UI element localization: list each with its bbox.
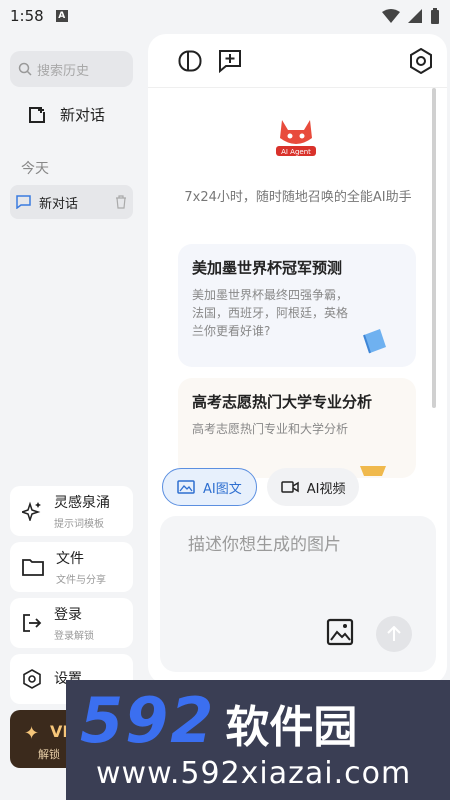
new-chat-button[interactable]: 新对话 <box>28 104 105 125</box>
folder-icon <box>22 559 44 576</box>
section-today: 今天 <box>21 161 49 177</box>
mode-ai-video[interactable]: AI视频 <box>266 468 360 506</box>
menu-title: 文件 <box>56 551 84 567</box>
mode-label: AI图文 <box>203 481 242 497</box>
suggestion-card[interactable]: 美加墨世界杯冠军预测 美加墨世界杯最终四强争霸，法国，西班牙，阿根廷，英格兰你更… <box>178 244 416 367</box>
image-upload-icon[interactable] <box>326 618 354 646</box>
prompt-placeholder: 描述你想生成的图片 <box>188 535 341 555</box>
watermark-url: www.592xiazai.com <box>96 756 412 791</box>
notification-a-icon: A <box>55 10 68 22</box>
settings-hex-icon[interactable] <box>409 47 433 74</box>
login-icon <box>23 614 42 632</box>
menu-subtitle: 文件与分享 <box>56 575 106 586</box>
files-menu-item[interactable]: 文件 文件与分享 <box>10 542 133 592</box>
trash-icon[interactable] <box>115 195 127 209</box>
menu-subtitle: 登录解锁 <box>54 631 94 642</box>
search-history-input[interactable]: 搜索历史 <box>10 51 133 87</box>
gear-icon <box>23 669 41 689</box>
scrollbar[interactable] <box>432 88 436 408</box>
watermark-chinese: 软件园 <box>225 702 358 753</box>
sparkle-star-icon: ✦ <box>24 723 40 744</box>
vip-subtitle: 解锁 <box>38 748 60 761</box>
mode-ai-image-text[interactable]: AI图文 <box>162 468 257 506</box>
send-button[interactable] <box>376 616 412 652</box>
sidebar-toggle-icon[interactable] <box>178 50 202 72</box>
watermark-banner: 592 软件园 www.592xiazai.com <box>66 680 450 800</box>
mode-switch: AI图文 AI视频 <box>162 468 360 506</box>
card-desc: 高考志愿热门专业和大学分析 <box>192 422 349 436</box>
card-title: 美加墨世界杯冠军预测 <box>192 259 343 277</box>
search-placeholder: 搜索历史 <box>37 63 90 79</box>
watermark-number: 592 <box>80 684 216 757</box>
watermark-logo: 592 软件园 <box>80 684 357 757</box>
card-desc: 美加墨世界杯最终四强争霸，法国，西班牙，阿根廷，英格兰你更看好谁? <box>192 288 349 338</box>
login-menu-item[interactable]: 登录 登录解锁 <box>10 598 133 648</box>
video-icon <box>280 481 299 493</box>
ai-agent-logo: AI Agent <box>274 116 318 158</box>
logo-text: AI Agent <box>281 148 311 156</box>
signal-icon <box>408 9 422 23</box>
search-icon <box>18 62 32 76</box>
arrow-up-icon <box>387 626 401 641</box>
tagline: 7x24小时，随时随地召唤的全能AI助手 <box>184 190 412 205</box>
main-panel: AI Agent 7x24小时，随时随地召唤的全能AI助手 美加墨世界杯冠军预测… <box>148 34 447 684</box>
wifi-icon <box>382 9 400 23</box>
card-title: 高考志愿热门大学专业分析 <box>192 393 373 411</box>
new-chat-label: 新对话 <box>60 106 106 124</box>
status-bar: 1:58 A <box>0 0 450 32</box>
status-time: 1:58 <box>10 7 44 25</box>
battery-icon <box>431 8 439 24</box>
prompt-input[interactable]: 描述你想生成的图片 <box>160 516 436 672</box>
history-item-label: 新对话 <box>39 196 79 212</box>
notebook-icon <box>363 329 386 354</box>
menu-title: 灵感泉涌 <box>54 495 110 511</box>
history-item[interactable]: 新对话 <box>10 185 133 219</box>
chat-bubble-icon <box>16 195 31 209</box>
sparkle-icon <box>22 501 41 521</box>
cart-icon <box>360 466 386 476</box>
new-chat-icon <box>29 106 45 123</box>
menu-subtitle: 提示词模板 <box>54 519 104 530</box>
mode-label: AI视频 <box>306 481 346 497</box>
inspiration-menu-item[interactable]: 灵感泉涌 提示词模板 <box>10 486 133 536</box>
image-icon <box>177 480 195 494</box>
new-chat-plus-icon[interactable] <box>218 49 242 73</box>
top-toolbar <box>148 34 447 88</box>
menu-title: 登录 <box>54 607 82 623</box>
suggestion-card[interactable]: 高考志愿热门大学专业分析 高考志愿热门专业和大学分析 <box>178 378 416 478</box>
